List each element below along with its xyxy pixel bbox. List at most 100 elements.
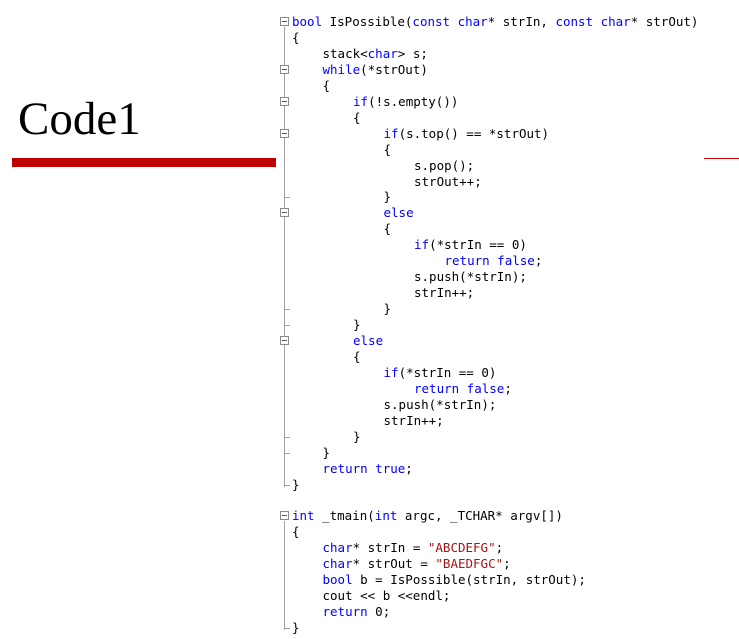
code-text: strOut++; — [414, 173, 482, 189]
code-keyword: return false — [414, 380, 505, 396]
code-line: } — [384, 189, 392, 205]
code-line: { — [384, 221, 392, 237]
code-line: bool IsPossible(const char* strIn, const… — [292, 14, 698, 30]
code-line: if(*strIn == 0) — [384, 365, 497, 381]
code-keyword: bool — [322, 572, 353, 588]
code-line: else — [384, 205, 414, 221]
code-line: } — [292, 620, 300, 636]
code-keyword: return — [322, 604, 368, 620]
code-text: { — [383, 141, 392, 157]
code-line: { — [323, 78, 331, 94]
code-line: return 0; — [323, 604, 391, 620]
code-line: cout << b <<endl; — [323, 588, 451, 604]
code-text: * strIn = — [352, 540, 428, 556]
code-line: strIn++; — [384, 413, 444, 429]
code-line: stack<char> s; — [323, 46, 428, 62]
code-text: } — [383, 301, 392, 317]
code-string: "BAEDFGC" — [435, 556, 504, 572]
code-keyword: if — [414, 237, 430, 253]
code-keyword: const — [412, 14, 451, 29]
code-text: { — [353, 109, 361, 125]
fold-collapse-icon[interactable] — [280, 336, 289, 345]
fold-collapse-icon[interactable] — [280, 208, 289, 218]
code-line: if(s.top() == *strOut) — [384, 126, 550, 142]
code-keyword: int — [374, 508, 398, 524]
fold-collapse-icon[interactable] — [280, 128, 289, 138]
code-text: ; — [534, 253, 543, 269]
code-line: s.push(*strIn); — [414, 269, 527, 285]
fold-collapse-icon[interactable] — [280, 17, 289, 26]
code-keyword: if — [383, 364, 399, 380]
code-line: if(*strIn == 0) — [414, 237, 527, 253]
fold-end-tick — [284, 452, 290, 454]
fold-end-tick — [284, 309, 290, 311]
code-keyword: if — [383, 125, 399, 141]
code-text: } — [322, 444, 331, 460]
code-text: (*strOut) — [360, 61, 428, 77]
code-text: argc, _TCHAR* argv[]) — [397, 508, 563, 524]
code-text: { — [353, 348, 361, 364]
code-text: > s; — [397, 45, 428, 61]
fold-end-tick — [284, 325, 290, 327]
code-text: } — [353, 428, 361, 444]
code-text: { — [292, 524, 300, 540]
code-keyword: char — [322, 540, 353, 556]
code-line: s.push(*strIn); — [384, 397, 497, 413]
code-editor-panel: bool IsPossible(const char* strIn, const… — [278, 10, 736, 635]
code-line: int _tmain(int argc, _TCHAR* argv[]) — [292, 508, 563, 524]
code-line: } — [323, 445, 331, 461]
code-keyword: if — [353, 93, 369, 109]
code-text: } — [383, 189, 392, 205]
code-text: 0; — [367, 604, 391, 620]
code-text: * strOut) — [630, 14, 699, 29]
code-line: } — [384, 301, 392, 317]
code-string: "ABCDEFG" — [427, 540, 496, 556]
code-text: * strOut = — [352, 556, 436, 572]
code-line: return true; — [323, 461, 413, 477]
code-text: { — [383, 221, 392, 237]
code-text: strIn++; — [383, 412, 444, 428]
code-text: cout << b <<endl; — [322, 588, 451, 604]
fold-end-tick — [284, 484, 290, 486]
code-line: { — [353, 349, 361, 365]
code-text: * strIn, — [487, 14, 556, 29]
code-keyword: bool — [292, 14, 323, 29]
code-text: ; — [495, 540, 504, 556]
fold-end-tick — [284, 197, 290, 199]
code-line: char* strOut = "BAEDFGC"; — [323, 556, 511, 572]
code-text: (!s.empty()) — [368, 93, 459, 109]
code-line: strIn++; — [414, 285, 474, 301]
code-keyword: else — [353, 333, 384, 348]
code-line: if(!s.empty()) — [353, 94, 458, 110]
code-text: b = IsPossible(strIn, strOut); — [352, 572, 586, 588]
code-keyword: char — [457, 14, 488, 29]
code-line: else — [353, 333, 383, 349]
code-line: { — [292, 524, 300, 540]
code-line: char* strIn = "ABCDEFG"; — [323, 540, 504, 556]
code-line: } — [292, 477, 300, 493]
code-line: s.pop(); — [414, 158, 474, 174]
code-text: stack< — [322, 45, 368, 61]
code-keyword: return false — [444, 253, 535, 269]
code-text: s.push(*strIn); — [383, 396, 497, 412]
code-text: (*strIn == 0) — [398, 364, 497, 380]
code-text: IsPossible( — [322, 14, 413, 29]
code-line: { — [292, 30, 300, 46]
fold-guide-line — [284, 521, 285, 631]
code-keyword: while — [322, 61, 361, 77]
slide-title: Code1 — [18, 93, 141, 145]
fold-collapse-icon[interactable] — [280, 64, 289, 74]
fold-collapse-icon[interactable] — [280, 511, 289, 521]
fold-collapse-icon[interactable] — [280, 96, 289, 106]
fold-end-tick — [284, 628, 290, 630]
code-line: bool b = IsPossible(strIn, strOut); — [323, 572, 586, 588]
code-line: while(*strOut) — [323, 62, 428, 78]
code-keyword: int — [292, 508, 315, 524]
code-text: } — [353, 317, 361, 333]
code-text: (s.top() == *strOut) — [398, 125, 550, 141]
code-line: { — [353, 110, 361, 126]
code-line: } — [353, 317, 361, 333]
code-text: ; — [504, 380, 512, 396]
code-text: { — [322, 77, 331, 93]
